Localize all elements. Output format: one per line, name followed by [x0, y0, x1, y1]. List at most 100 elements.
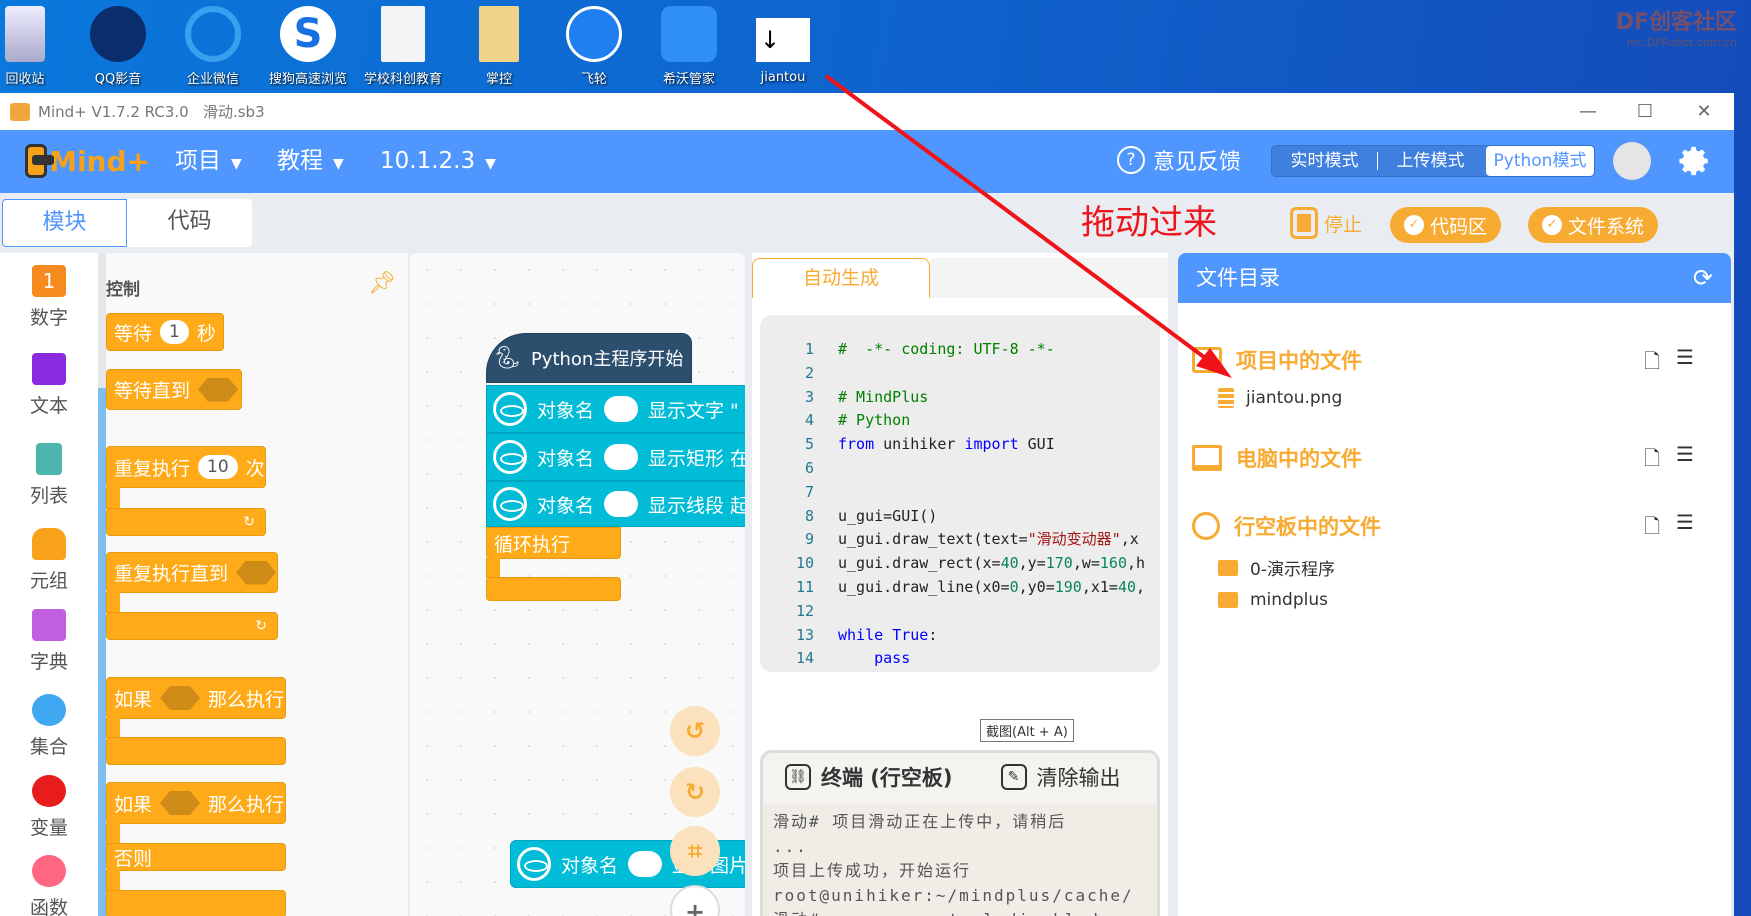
- menu-tutorial[interactable]: 教程 ▼: [277, 130, 344, 193]
- section-computer-files[interactable]: 电脑中的文件: [1192, 443, 1362, 473]
- zoom-in-button[interactable]: +: [670, 885, 720, 916]
- condition-slot[interactable]: [160, 686, 201, 710]
- feedback-button[interactable]: ? 意见反馈: [1117, 144, 1241, 176]
- code-editor[interactable]: 1 # -*- coding: UTF-8 -*- 2 3 # MindPlus 4 # P…: [760, 315, 1160, 672]
- category-set[interactable]: 集合: [0, 694, 98, 759]
- block-show-line[interactable]: 对象名显示线段 起点: [486, 481, 745, 527]
- file-directory-panel: 文件目录 ⟳ 项目中的文件 🗋 ☰ jiantou.png 电脑中的文件 🗋 ☰ …: [1178, 253, 1731, 916]
- code-text: # MindPlus: [838, 387, 929, 406]
- clear-output-button[interactable]: 清除输出: [1037, 762, 1121, 792]
- condition-slot[interactable]: [236, 560, 277, 585]
- palette-section-title: 控制: [106, 280, 140, 300]
- palette-scroll-thumb[interactable]: [98, 388, 106, 916]
- condition-slot[interactable]: [160, 791, 201, 815]
- code-text: while True:: [838, 625, 938, 644]
- folder-item[interactable]: mindplus: [1218, 590, 1328, 610]
- desktop-icon-jiantou[interactable]: ↓ jiantou: [737, 6, 829, 85]
- code-area-toggle[interactable]: ✓ 代码区: [1390, 207, 1502, 243]
- check-icon: ✓: [1404, 215, 1424, 235]
- line-number: 10: [795, 554, 814, 573]
- close-button[interactable]: ✕: [1679, 93, 1729, 130]
- desktop-icon-qq-player[interactable]: QQ影音: [72, 6, 164, 87]
- arrow-image-icon: ↓: [756, 18, 810, 62]
- terminal-output[interactable]: 滑动# 项目滑动正在上传中，请稍后 ... 项目上传成功，开始运行 root@u…: [763, 804, 1157, 916]
- block-arm: [106, 870, 120, 892]
- object-name-input[interactable]: [604, 396, 639, 422]
- menu-icon[interactable]: ☰: [1676, 442, 1694, 466]
- menu-icon[interactable]: ☰: [1676, 345, 1694, 369]
- menu-icon[interactable]: ☰: [1676, 510, 1694, 534]
- crop-screenshot-button[interactable]: ⌗: [670, 826, 720, 876]
- line-number: 2: [804, 363, 814, 382]
- menu-project[interactable]: 项目 ▼: [175, 130, 242, 193]
- stop-button[interactable]: 停止: [1290, 207, 1362, 239]
- desktop-icon-zhangkong[interactable]: 掌控: [453, 6, 545, 87]
- new-file-icon[interactable]: 🗋: [1644, 347, 1660, 381]
- redo-button[interactable]: ↻: [670, 767, 720, 817]
- repeat-count-input[interactable]: 10: [198, 455, 238, 479]
- block-canvas[interactable]: 🐍︎Python主程序开始 对象名显示文字 " 对象名显示矩形 在X 对象名显示…: [410, 253, 745, 916]
- desktop-icon-flywheel[interactable]: 飞轮: [548, 6, 640, 87]
- code-text: # Python: [838, 411, 911, 430]
- object-name-input[interactable]: [628, 851, 663, 877]
- wait-seconds-input[interactable]: 1: [160, 320, 189, 344]
- mode-realtime[interactable]: 实时模式: [1272, 146, 1377, 176]
- robot-logo-icon: [25, 144, 55, 178]
- maximize-button[interactable]: ☐: [1620, 93, 1670, 130]
- section-unihiker-files[interactable]: 行空板中的文件: [1192, 511, 1381, 541]
- tab-auto-generated[interactable]: 自动生成: [752, 258, 930, 298]
- watermark: DF创客社区 mc.DFRobot.com.cn: [1615, 10, 1737, 49]
- desktop-icon-wecom[interactable]: 企业微信: [167, 6, 259, 87]
- block-show-text[interactable]: 对象名 显示文字 ": [486, 385, 745, 433]
- tab-blocks[interactable]: 模块: [2, 199, 127, 247]
- line-number: 12: [795, 601, 814, 620]
- object-name-input[interactable]: [604, 491, 639, 517]
- desktop-icon-seewo[interactable]: 希沃管家: [643, 6, 735, 87]
- block-python-main-start[interactable]: 🐍︎ Python主程序开始: [486, 333, 692, 383]
- list-icon: [36, 443, 62, 475]
- refresh-icon[interactable]: ⟳: [1693, 265, 1713, 291]
- tab-code[interactable]: 代码: [127, 199, 252, 247]
- tuple-lock-icon: [32, 528, 66, 560]
- block-wait-until[interactable]: 等待直到: [106, 369, 242, 410]
- line-number: 4: [804, 411, 814, 430]
- category-dict[interactable]: 字典: [0, 609, 98, 674]
- minimize-button[interactable]: —: [1563, 93, 1613, 130]
- category-function[interactable]: 函数: [0, 855, 98, 916]
- new-file-icon[interactable]: 🗋: [1644, 444, 1660, 478]
- new-file-icon[interactable]: 🗋: [1644, 512, 1660, 546]
- folder-document-icon: [479, 6, 519, 62]
- drag-annotation: 拖动过来: [1081, 203, 1217, 243]
- unihiker-icon: [493, 440, 527, 474]
- file-item[interactable]: jiantou.png: [1218, 388, 1342, 408]
- category-list[interactable]: 列表: [0, 443, 98, 508]
- condition-slot[interactable]: [198, 377, 239, 402]
- file-system-toggle[interactable]: ✓ 文件系统: [1528, 207, 1659, 243]
- category-text[interactable]: 文本: [0, 353, 98, 418]
- section-project-files[interactable]: 项目中的文件: [1192, 345, 1362, 375]
- line-number: 3: [804, 387, 814, 406]
- desktop-icon-word[interactable]: 学校科创教育: [357, 6, 449, 87]
- line-number: 8: [804, 506, 814, 525]
- undo-button[interactable]: ↺: [670, 706, 720, 756]
- category-variable[interactable]: 变量: [0, 775, 98, 840]
- code-text: u_gui=GUI(): [838, 506, 938, 525]
- gear-icon[interactable]: [1678, 144, 1712, 178]
- mode-python[interactable]: Python模式: [1486, 146, 1594, 176]
- category-tuple[interactable]: 元组: [0, 528, 98, 593]
- menu-device-ip[interactable]: 10.1.2.3 ▼: [380, 130, 496, 193]
- title-bar: Mind+ V1.7.2 RC3.0 滑动.sb3: [0, 93, 1734, 130]
- block-wait-seconds[interactable]: 等待 1 秒: [106, 313, 224, 351]
- desktop-icon-sogou[interactable]: S 搜狗高速浏览: [262, 6, 354, 87]
- avatar[interactable]: [1613, 142, 1651, 180]
- line-number: 15: [760, 670, 814, 672]
- desktop-icon-recycle-bin[interactable]: 回收站: [0, 6, 71, 87]
- folder-item[interactable]: 0-演示程序: [1218, 555, 1335, 580]
- app-icon: [10, 102, 30, 121]
- mode-upload[interactable]: 上传模式: [1378, 146, 1483, 176]
- object-name-input[interactable]: [604, 444, 639, 470]
- broom-icon[interactable]: ✎: [1000, 764, 1027, 790]
- pin-icon[interactable]: 📌︎: [368, 271, 396, 296]
- category-number[interactable]: 1 数字: [0, 265, 98, 330]
- block-show-rect[interactable]: 对象名显示矩形 在X: [486, 433, 745, 481]
